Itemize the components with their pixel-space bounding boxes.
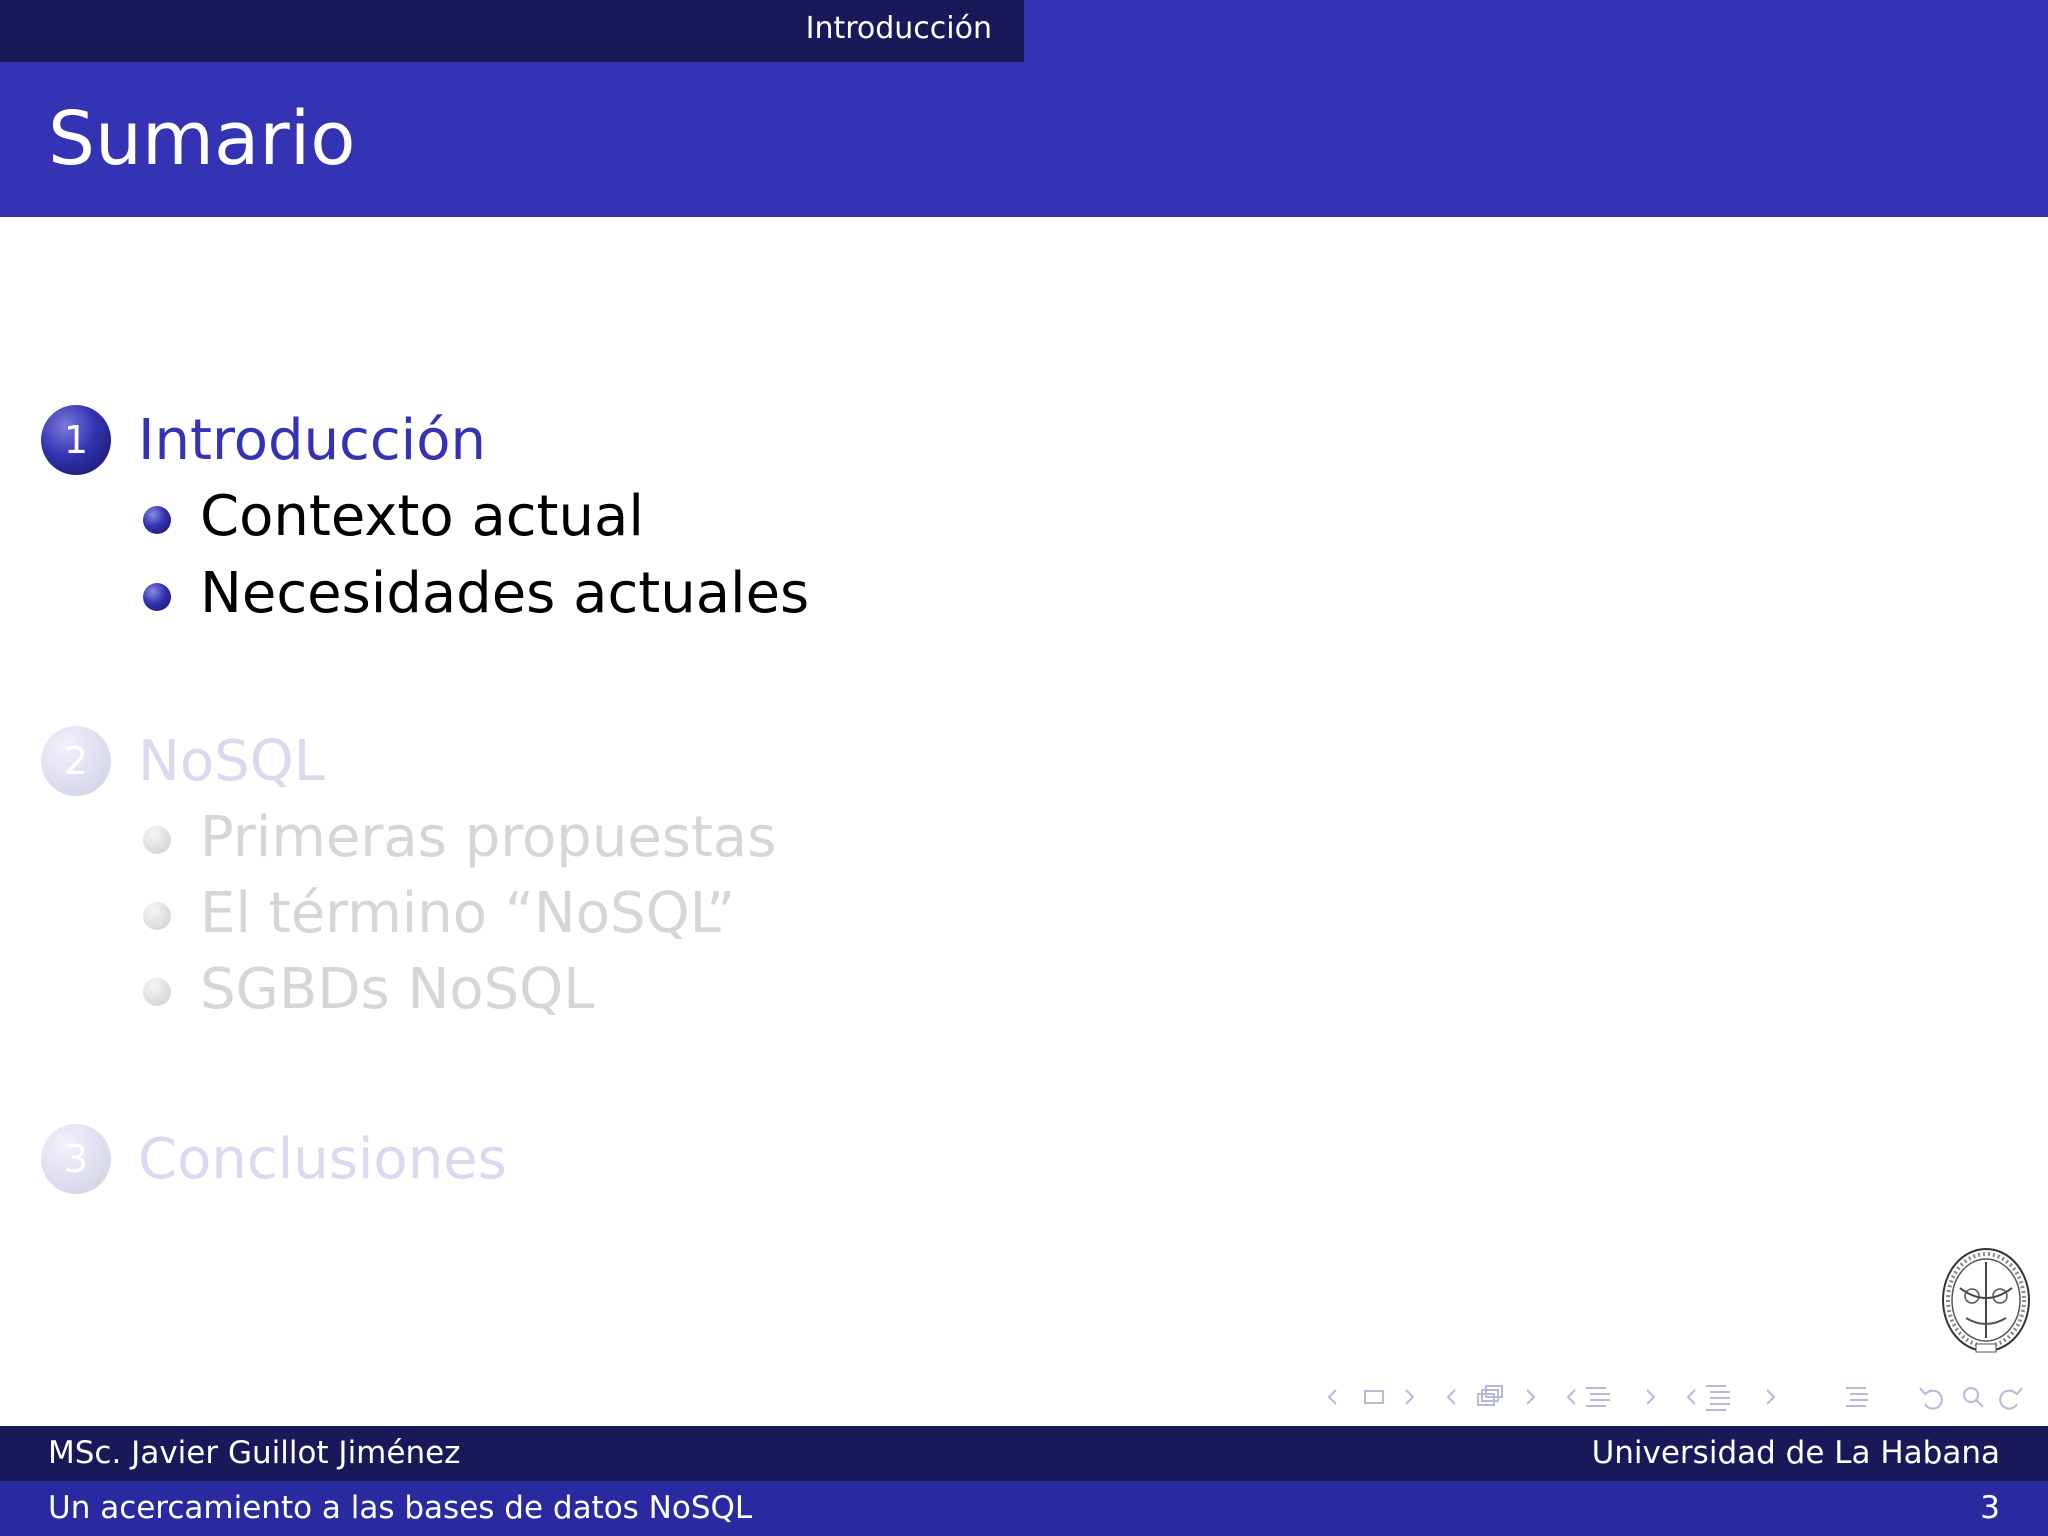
section-number-ball: 2 (41, 726, 111, 796)
footer-talk-title: Un acercamiento a las bases de datos NoS… (48, 1490, 753, 1526)
frame-title-bar: Sumario (0, 62, 2048, 217)
toc-section-title[interactable]: NoSQL (138, 734, 325, 790)
university-seal-logo (1942, 1248, 2030, 1353)
toc-section-title[interactable]: Conclusiones (138, 1132, 507, 1188)
subsection-bullet (143, 506, 171, 534)
subsection-next-icon[interactable] (1526, 1389, 1536, 1405)
section-icon[interactable] (1586, 1387, 1610, 1407)
presentation-prev-icon[interactable] (1686, 1389, 1696, 1405)
footer-author-bar: MSc. Javier Guillot Jiménez Universidad … (0, 1426, 2048, 1481)
toc-subsection-title[interactable]: SGBDs NoSQL (200, 962, 594, 1018)
presentation-icon[interactable] (1706, 1385, 1730, 1411)
toc-subsection-title[interactable]: Primeras propuestas (200, 810, 776, 866)
headline-bar: Introducción (0, 0, 2048, 62)
toc-icon[interactable] (1846, 1387, 1868, 1407)
headline-section-area: Introducción (0, 0, 1024, 62)
frame-title: Sumario (48, 96, 356, 182)
toc-subsection-title[interactable]: Necesidades actuales (200, 566, 809, 622)
subsection-prev-icon[interactable] (1446, 1389, 1456, 1405)
frame-icon[interactable] (1364, 1390, 1384, 1404)
search-icon[interactable] (1963, 1387, 1984, 1408)
toc-subsection-title[interactable]: El término “NoSQL” (200, 886, 735, 942)
section-prev-icon[interactable] (1566, 1389, 1576, 1405)
footer-page-number: 3 (1980, 1490, 2000, 1526)
current-section-link[interactable]: Introducción (806, 0, 992, 58)
frame-next-icon[interactable] (1405, 1389, 1415, 1405)
navigation-symbols (1320, 1380, 2030, 1414)
section-next-icon[interactable] (1646, 1389, 1656, 1405)
back-icon[interactable] (1919, 1387, 1943, 1410)
subsection-bullet (143, 826, 171, 854)
toc-subsection-title[interactable]: Contexto actual (200, 489, 644, 545)
footer-institution: Universidad de La Habana (1591, 1435, 2000, 1471)
subsection-bullet (143, 583, 171, 611)
footer-title-bar: Un acercamiento a las bases de datos NoS… (0, 1481, 2048, 1536)
presentation-next-icon[interactable] (1766, 1389, 1776, 1405)
subsection-icon[interactable] (1477, 1385, 1503, 1406)
toc-section-title[interactable]: Introducción (138, 413, 486, 469)
forward-icon[interactable] (1999, 1387, 2023, 1410)
section-number-ball: 1 (41, 405, 111, 475)
subsection-bullet (143, 902, 171, 930)
frame-prev-icon[interactable] (1327, 1389, 1337, 1405)
navigation-symbols-svg (1327, 1385, 2023, 1411)
section-number-ball: 3 (41, 1124, 111, 1194)
footer-author: MSc. Javier Guillot Jiménez (48, 1435, 461, 1471)
subsection-bullet (143, 978, 171, 1006)
